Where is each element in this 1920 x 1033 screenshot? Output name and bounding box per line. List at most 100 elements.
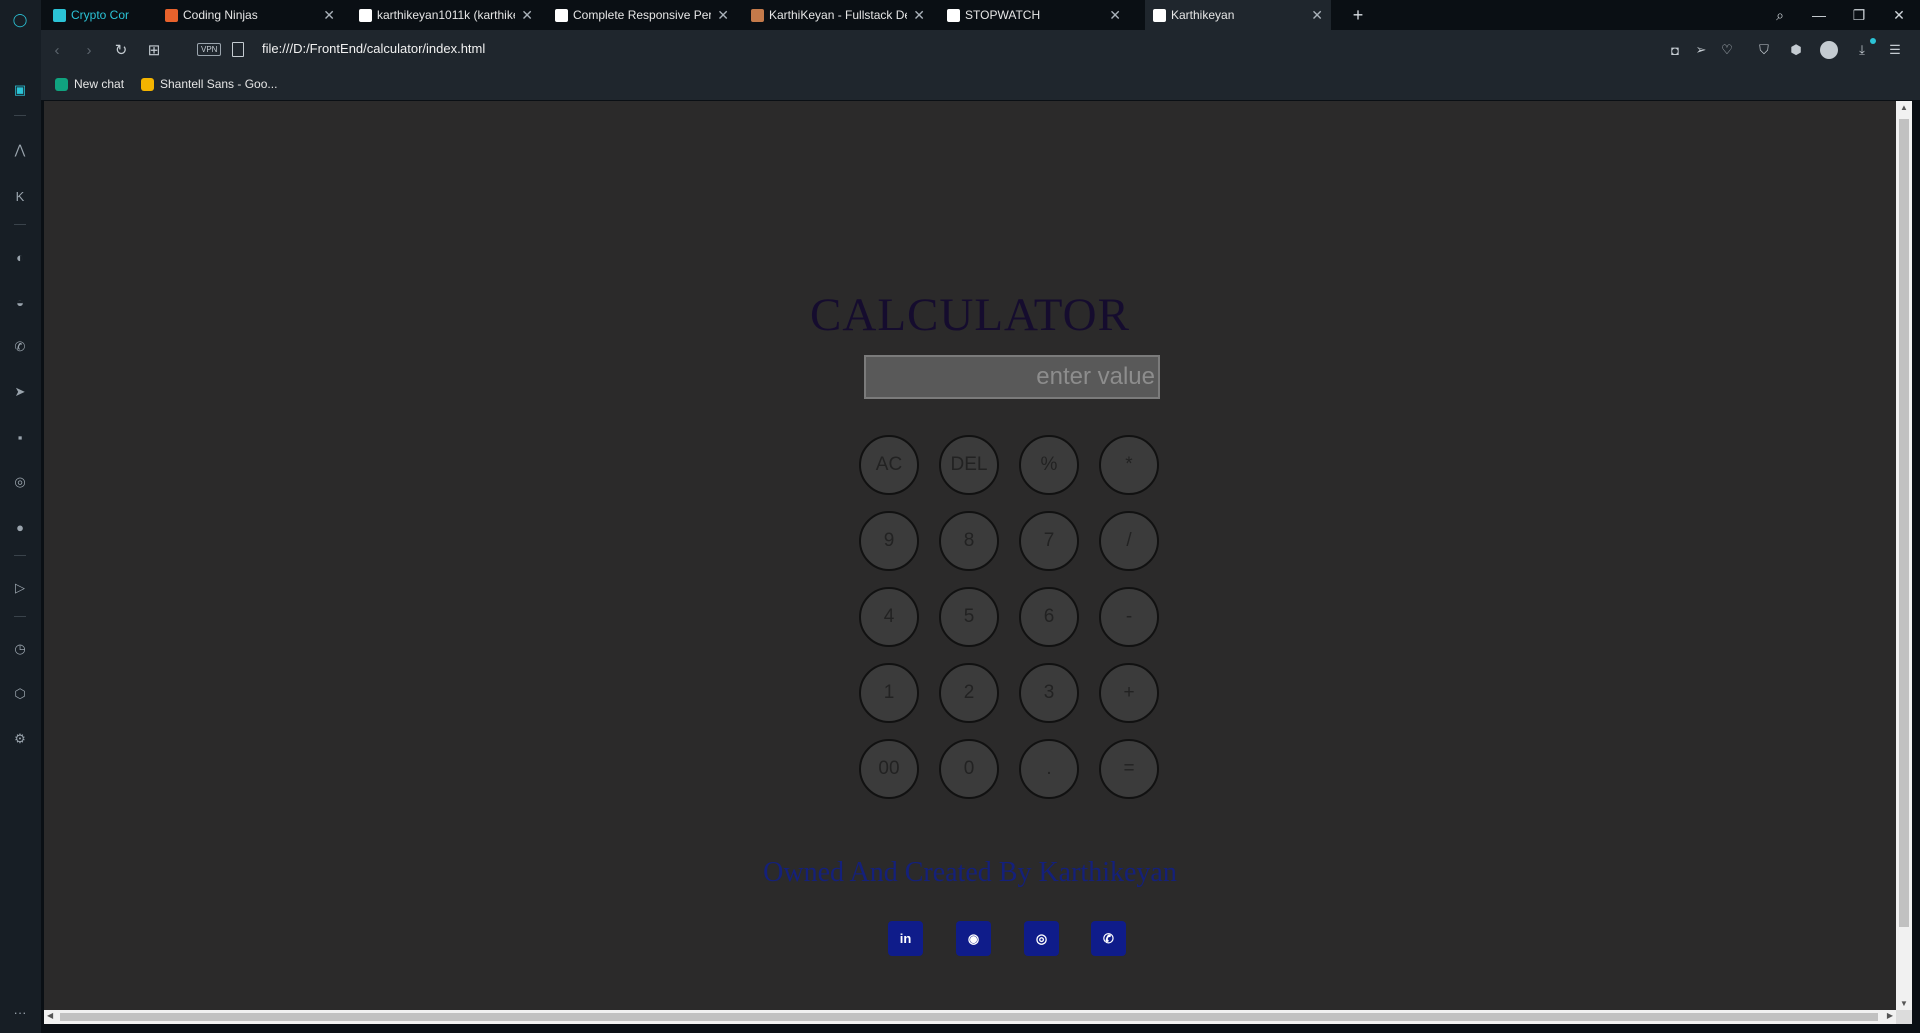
whatsapp-icon[interactable]: ✆ <box>1091 921 1126 956</box>
key-equals-button[interactable]: = <box>1099 739 1159 799</box>
tab-title: KarthiKeyan - Fullstack Dev <box>769 8 908 22</box>
history-icon[interactable]: ◷ <box>10 639 30 659</box>
key-6-button[interactable]: 6 <box>1019 587 1079 647</box>
url-field[interactable]: file:///D:/FrontEnd/calculator/index.htm… <box>262 41 485 56</box>
heart-icon[interactable]: ♡ <box>1717 40 1737 60</box>
vertical-scrollbar[interactable]: ▲ ▼ <box>1896 101 1912 1010</box>
chatgpt-icon <box>55 77 68 91</box>
tab-favicon-icon <box>359 8 372 22</box>
tab-title: Karthikeyan <box>1171 8 1235 22</box>
extensions-icon[interactable]: ⬡ <box>10 684 30 704</box>
back-icon[interactable]: ‹ <box>47 40 67 60</box>
window-bottom-edge <box>41 1024 1920 1033</box>
key-divide-button[interactable]: / <box>1099 511 1159 571</box>
tab-github[interactable]: karthikeyan1011k (karthikeyan) ✕ <box>351 0 541 30</box>
google-fonts-icon <box>141 77 154 91</box>
easy-setup-icon[interactable]: ☰ <box>1885 40 1905 60</box>
instagram-icon[interactable]: ◎ <box>10 472 30 492</box>
page-viewport: CALCULATOR ACDEL%*987/456-123+000.= Owne… <box>44 101 1896 1010</box>
scroll-up-icon[interactable]: ▲ <box>1900 103 1908 112</box>
bookmarks-bar: New chat Shantell Sans - Goo... <box>41 70 1920 100</box>
calculator-display-input[interactable] <box>864 355 1160 399</box>
browser-window: ◯ ▣ ⋀ K ◐ ◒ ✆ ➤ ▪ ◎ ● ▷ ◷ ⬡ ⚙ ··· Crypto… <box>0 0 1920 1033</box>
profile-icon[interactable] <box>1819 40 1839 60</box>
page-info-icon[interactable] <box>232 42 244 57</box>
telegram-icon[interactable]: ➤ <box>10 382 30 402</box>
messenger-icon[interactable]: ◒ <box>10 292 30 312</box>
key-7-button[interactable]: 7 <box>1019 511 1079 571</box>
snapshot-icon[interactable]: ◘ <box>1665 40 1685 60</box>
key-1-button[interactable]: 1 <box>859 663 919 723</box>
horizontal-scrollbar[interactable]: ◀ ▶ <box>44 1010 1896 1024</box>
send-icon[interactable]: ➢ <box>1691 40 1711 60</box>
minimize-icon[interactable]: — <box>1799 0 1839 30</box>
reload-icon[interactable]: ↻ <box>111 40 131 60</box>
opera-logo-icon[interactable]: ◯ <box>10 10 30 30</box>
settings-icon[interactable]: ⚙ <box>10 729 30 749</box>
close-tab-icon[interactable]: ✕ <box>521 7 533 24</box>
search-tabs-icon[interactable]: ⌕ <box>1760 0 1800 30</box>
downloads-icon[interactable]: ⤓ <box>1852 40 1872 60</box>
key-2-button[interactable]: 2 <box>939 663 999 723</box>
adblock-icon[interactable]: ⛉ <box>1754 40 1774 60</box>
close-window-icon[interactable]: ✕ <box>1879 0 1919 30</box>
key-3-button[interactable]: 3 <box>1019 663 1079 723</box>
aria-icon[interactable]: ▣ <box>10 80 30 100</box>
tab-favicon-icon <box>947 8 960 22</box>
twitter-icon[interactable]: ● <box>10 517 30 537</box>
key-percent-button[interactable]: % <box>1019 435 1079 495</box>
player-icon[interactable]: ▷ <box>10 578 30 598</box>
tab-grid-icon[interactable]: ⊞ <box>144 40 164 60</box>
tab-crypto-corner[interactable]: Crypto Corner <box>45 0 137 30</box>
tab-karthikeyan-active[interactable]: Karthikeyan ✕ <box>1145 0 1331 30</box>
key-add-button[interactable]: + <box>1099 663 1159 723</box>
bookmark-new-chat[interactable]: New chat <box>55 77 124 91</box>
scroll-right-icon[interactable]: ▶ <box>1887 1011 1893 1020</box>
download-badge <box>1870 38 1876 44</box>
tab-stopwatch[interactable]: STOPWATCH ✕ <box>939 0 1129 30</box>
linkedin-icon[interactable]: in <box>888 921 923 956</box>
vpn-badge[interactable]: VPN <box>197 43 222 56</box>
whatsapp-icon[interactable]: ✆ <box>10 337 30 357</box>
restore-icon[interactable]: ❐ <box>1839 0 1879 30</box>
key-double-zero-button[interactable]: 00 <box>859 739 919 799</box>
address-bar-row: ‹ › ↻ ⊞ VPN file:///D:/FrontEnd/calculat… <box>41 30 1920 70</box>
tab-coding-ninjas[interactable]: Coding Ninjas ✕ <box>157 0 343 30</box>
key-subtract-button[interactable]: - <box>1099 587 1159 647</box>
github-icon[interactable]: ◉ <box>956 921 991 956</box>
discord-icon[interactable]: ◐ <box>10 247 30 267</box>
close-tab-icon[interactable]: ✕ <box>1109 7 1121 24</box>
vertical-scroll-thumb[interactable] <box>1899 119 1909 927</box>
key-0-button[interactable]: 0 <box>939 739 999 799</box>
new-tab-button[interactable]: + <box>1347 4 1369 26</box>
forward-icon[interactable]: › <box>79 40 99 60</box>
tab-fullstack-dev[interactable]: KarthiKeyan - Fullstack Dev ✕ <box>743 0 933 30</box>
scroll-left-icon[interactable]: ◀ <box>47 1011 53 1020</box>
klarna-icon[interactable]: K <box>10 186 30 206</box>
close-tab-icon[interactable]: ✕ <box>323 7 335 24</box>
close-tab-icon[interactable]: ✕ <box>913 7 925 24</box>
key-clear-button[interactable]: AC <box>859 435 919 495</box>
instagram-icon[interactable]: ◎ <box>1024 921 1059 956</box>
key-multiply-button[interactable]: * <box>1099 435 1159 495</box>
tab-portfolio[interactable]: Complete Responsive Personal ✕ <box>547 0 737 30</box>
extensions-box-icon[interactable]: ⬢ <box>1786 40 1806 60</box>
vk-icon[interactable]: ▪ <box>10 427 30 447</box>
close-tab-icon[interactable]: ✕ <box>1311 7 1323 24</box>
key-5-button[interactable]: 5 <box>939 587 999 647</box>
key-4-button[interactable]: 4 <box>859 587 919 647</box>
key-decimal-button[interactable]: . <box>1019 739 1079 799</box>
key-delete-button[interactable]: DEL <box>939 435 999 495</box>
scrollbar-corner <box>1896 1010 1912 1024</box>
close-tab-icon[interactable]: ✕ <box>717 7 729 24</box>
key-9-button[interactable]: 9 <box>859 511 919 571</box>
tab-favicon-icon <box>555 8 568 22</box>
bookmark-shantell-sans[interactable]: Shantell Sans - Goo... <box>141 77 277 91</box>
key-8-button[interactable]: 8 <box>939 511 999 571</box>
scroll-down-icon[interactable]: ▼ <box>1900 999 1908 1008</box>
crypto-wallet-icon[interactable]: ⋀ <box>10 140 30 160</box>
more-icon[interactable]: ··· <box>10 1002 30 1022</box>
tab-title: Coding Ninjas <box>183 8 258 22</box>
horizontal-scroll-thumb[interactable] <box>60 1013 1878 1021</box>
tab-favicon-icon <box>165 8 178 22</box>
